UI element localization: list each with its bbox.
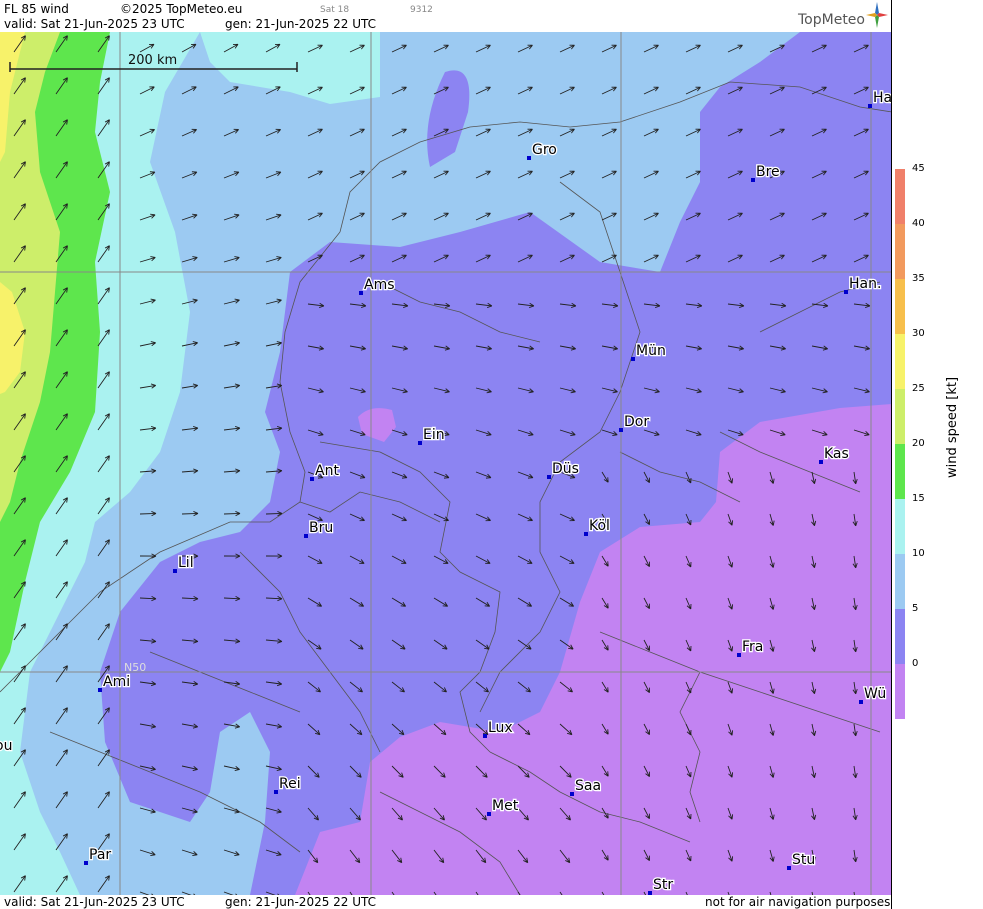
city-marker	[274, 790, 278, 794]
colorbar-tick-label: 5	[912, 603, 919, 614]
city-label: Kas	[824, 446, 849, 462]
colorbar-tick-label: 0	[912, 658, 919, 669]
topmeteo-logo: TopMeteo	[798, 12, 865, 28]
city-label: Str	[653, 877, 673, 893]
colorbar-tick-label: 25	[912, 383, 925, 394]
colorbar-segment	[895, 279, 905, 334]
colorbar-segment	[895, 389, 905, 444]
city-label: Stu	[792, 852, 815, 868]
city-label: Ami	[103, 674, 130, 690]
city-marker	[84, 861, 88, 865]
city-label: Lux	[488, 720, 513, 736]
city-marker	[787, 866, 791, 870]
city-label: Ha	[873, 90, 892, 106]
chart-title: FL 85 wind	[4, 2, 69, 16]
colorbar-segment	[895, 444, 905, 499]
colorbar-segment	[895, 169, 905, 224]
city-marker	[584, 532, 588, 536]
city-marker	[619, 428, 623, 432]
copyright: ©2025 TopMeteo.eu	[120, 2, 243, 16]
compass-logo-icon	[866, 2, 888, 28]
city-marker	[483, 734, 487, 738]
city-label: Met	[492, 798, 519, 814]
city-label: Saa	[575, 778, 601, 794]
latitude-label: N50	[124, 661, 146, 674]
city-marker	[527, 156, 531, 160]
city-label: Han.	[849, 276, 881, 292]
city-marker	[359, 291, 363, 295]
gen-time: gen: 21-Jun-2025 22 UTC	[225, 17, 377, 31]
code-label: 9312	[410, 5, 433, 15]
city-marker	[570, 792, 574, 796]
wind-map: 200 km N50 Gro Bre Ha Ams Han. Mün Ein Dor Ant Ka…	[0, 32, 892, 895]
colorbar-title: wind speed [kt]	[945, 376, 960, 478]
city-label: Par	[89, 847, 111, 863]
city-label: Fra	[742, 639, 763, 655]
city-label: Bru	[309, 520, 333, 536]
colorbar-segment	[895, 334, 905, 389]
colorbar-tick-label: 20	[912, 438, 925, 449]
colorbar-segment	[895, 554, 905, 609]
city-marker	[418, 441, 422, 445]
colorbar-segment	[895, 499, 905, 554]
city-label: Bre	[756, 164, 780, 180]
city-label: Mün	[636, 343, 666, 359]
colorbar-tick-label: 15	[912, 493, 925, 504]
colorbar-segment	[895, 609, 905, 664]
scale-label: 200 km	[128, 53, 177, 68]
footer-bar: valid: Sat 21-Jun-2025 23 UTC gen: 21-Ju…	[0, 895, 892, 909]
sat-label: Sat 18	[320, 5, 350, 15]
city-marker	[819, 460, 823, 464]
city-label: Rei	[279, 776, 301, 792]
colorbar-tick-label: 30	[912, 328, 925, 339]
colorbar-tick-label: 35	[912, 273, 925, 284]
colorbar-segment	[895, 224, 905, 279]
colorbar-tick-label: 10	[912, 548, 925, 559]
city-marker	[304, 534, 308, 538]
city-label: Dor	[624, 414, 649, 430]
city-label: Lil	[178, 555, 194, 571]
city-label: Ams	[364, 277, 395, 293]
city-label: Köl	[589, 518, 610, 534]
city-label: Gro	[532, 142, 557, 158]
footer-gen: gen: 21-Jun-2025 22 UTC	[225, 895, 377, 909]
city-marker	[751, 178, 755, 182]
header-bar: FL 85 wind ©2025 TopMeteo.eu Sat 18 9312…	[0, 0, 892, 32]
city-label: Düs	[552, 461, 579, 477]
map-right-border	[891, 0, 892, 909]
city-marker	[859, 700, 863, 704]
colorbar-tick-label: 40	[912, 218, 925, 229]
city-marker	[737, 653, 741, 657]
city-marker	[631, 357, 635, 361]
city-marker	[868, 104, 872, 108]
city-marker	[310, 477, 314, 481]
valid-time: valid: Sat 21-Jun-2025 23 UTC	[4, 17, 185, 31]
footer-disclaimer: not for air navigation purposes	[705, 895, 891, 909]
city-marker	[487, 812, 491, 816]
city-label: ou	[0, 738, 12, 754]
colorbar-tick-label: 45	[912, 163, 925, 174]
city-marker	[844, 290, 848, 294]
city-marker	[98, 688, 102, 692]
city-label: Wü	[864, 686, 886, 702]
footer-valid: valid: Sat 21-Jun-2025 23 UTC	[4, 895, 185, 909]
city-label: Ein	[423, 427, 445, 443]
colorbar-segment	[895, 664, 905, 719]
city-label: Ant	[315, 463, 339, 479]
city-marker	[547, 475, 551, 479]
city-marker	[173, 569, 177, 573]
